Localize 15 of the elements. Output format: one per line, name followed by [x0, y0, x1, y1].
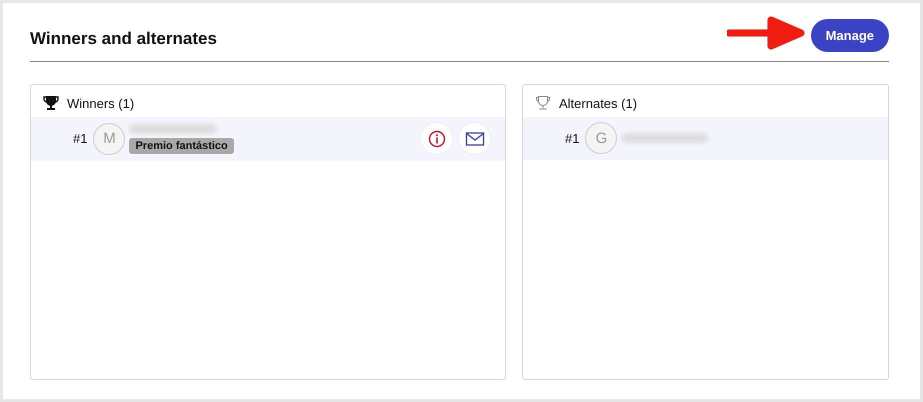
list-row[interactable]: #1 M Premio fantástico	[31, 117, 505, 161]
list-row[interactable]: #1 G	[523, 117, 888, 160]
panel-title: Winners (1)	[67, 96, 134, 110]
avatar: G	[585, 122, 618, 154]
rank-number: #1	[565, 130, 580, 146]
manage-button[interactable]: Manage	[810, 18, 889, 52]
mail-icon	[464, 130, 484, 146]
avatar: M	[93, 122, 126, 154]
panel-title: Alternates (1)	[559, 96, 638, 110]
prize-tag: Premio fantástico	[129, 138, 234, 154]
rank-number: #1	[73, 131, 88, 146]
info-icon	[428, 130, 446, 148]
mail-button[interactable]	[458, 122, 491, 155]
section-title: Winners and alternates	[30, 29, 218, 49]
info-button[interactable]	[420, 122, 453, 155]
